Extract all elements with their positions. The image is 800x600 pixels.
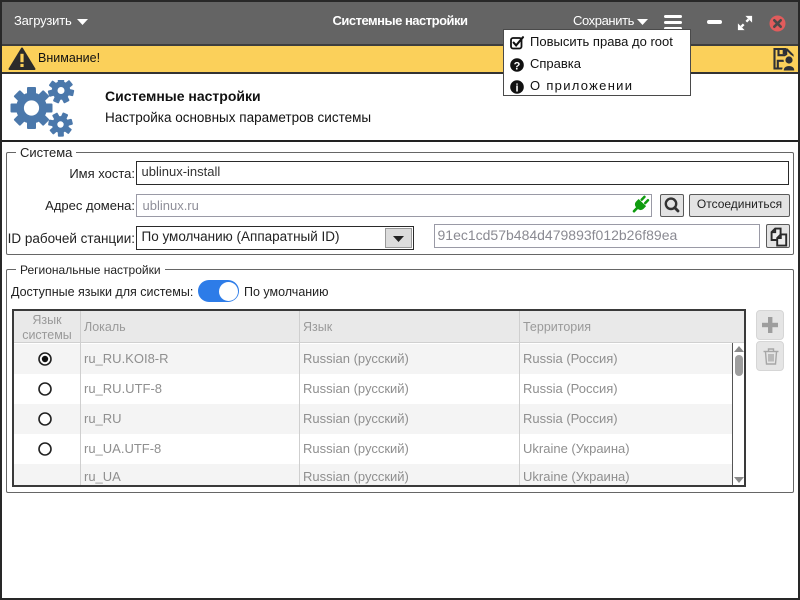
svg-text:?: ? bbox=[514, 60, 521, 72]
svg-text:i: i bbox=[515, 82, 518, 94]
